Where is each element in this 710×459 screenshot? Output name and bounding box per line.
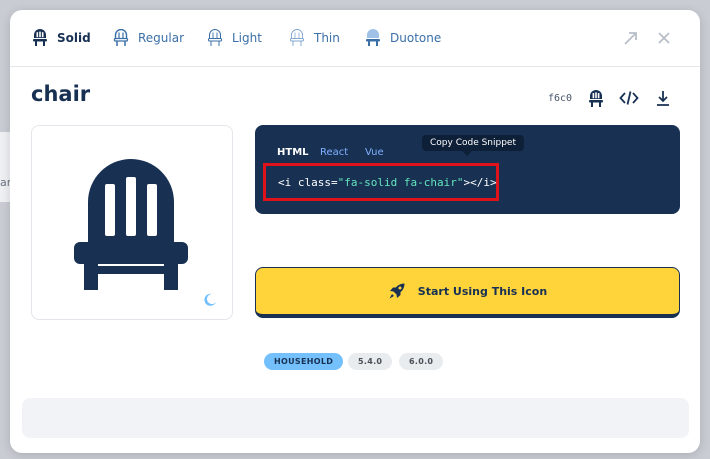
chair-light-icon (208, 29, 222, 46)
expand-icon[interactable] (621, 28, 641, 48)
moon-icon[interactable] (203, 293, 217, 307)
start-using-button[interactable]: Start Using This Icon (255, 267, 680, 318)
unicode-value[interactable]: f6c0 (548, 93, 572, 104)
rocket-icon (389, 283, 405, 299)
tab-light-label: Light (232, 31, 262, 45)
start-using-label: Start Using This Icon (417, 284, 548, 298)
icon-name-title: chair (31, 82, 91, 106)
close-icon[interactable] (654, 28, 674, 48)
tab-regular-label: Regular (138, 31, 185, 45)
footer-panel (22, 398, 689, 438)
code-icon[interactable] (619, 88, 639, 108)
icon-preview (31, 125, 233, 320)
snippet-close: ></i> (463, 175, 497, 189)
copy-snippet-tooltip: Copy Code Snippet (422, 135, 525, 156)
icon-detail-modal: Solid Regular Light Thin Duotone chair f… (10, 10, 700, 453)
category-tag[interactable]: HOUSEHOLD (264, 353, 344, 370)
version-tag[interactable]: 5.4.0 (348, 353, 393, 370)
tab-vue[interactable]: Vue (365, 147, 384, 158)
chair-glyph-icon[interactable] (586, 88, 606, 108)
tab-duotone-label: Duotone (390, 31, 442, 45)
snippet-open: <i class= (278, 175, 338, 189)
tab-regular[interactable]: Regular (113, 27, 184, 49)
snippet-class: "fa-solid fa-chair" (337, 175, 464, 189)
tab-thin[interactable]: Thin (289, 27, 340, 49)
chair-duotone-icon (366, 29, 380, 46)
code-snippet-panel: HTML React Vue Copy Code Snippet <i clas… (255, 125, 680, 214)
style-tabs: Solid Regular Light Thin Duotone (10, 10, 700, 67)
code-snippet[interactable]: <i class= "fa-solid fa-chair" ></i> (263, 163, 499, 201)
chair-preview-icon (74, 159, 188, 290)
chair-regular-icon (113, 29, 129, 46)
version-tag[interactable]: 6.0.0 (399, 353, 444, 370)
tab-html[interactable]: HTML (277, 147, 309, 158)
tab-solid[interactable]: Solid (32, 27, 91, 49)
tab-thin-label: Thin (314, 31, 340, 45)
chair-thin-icon (290, 29, 304, 46)
tab-react[interactable]: React (320, 147, 348, 158)
download-icon[interactable] (653, 88, 673, 108)
tab-solid-label: Solid (57, 31, 91, 45)
chair-solid-icon (33, 29, 47, 46)
tab-duotone[interactable]: Duotone (365, 27, 441, 49)
tab-light[interactable]: Light (207, 27, 262, 49)
